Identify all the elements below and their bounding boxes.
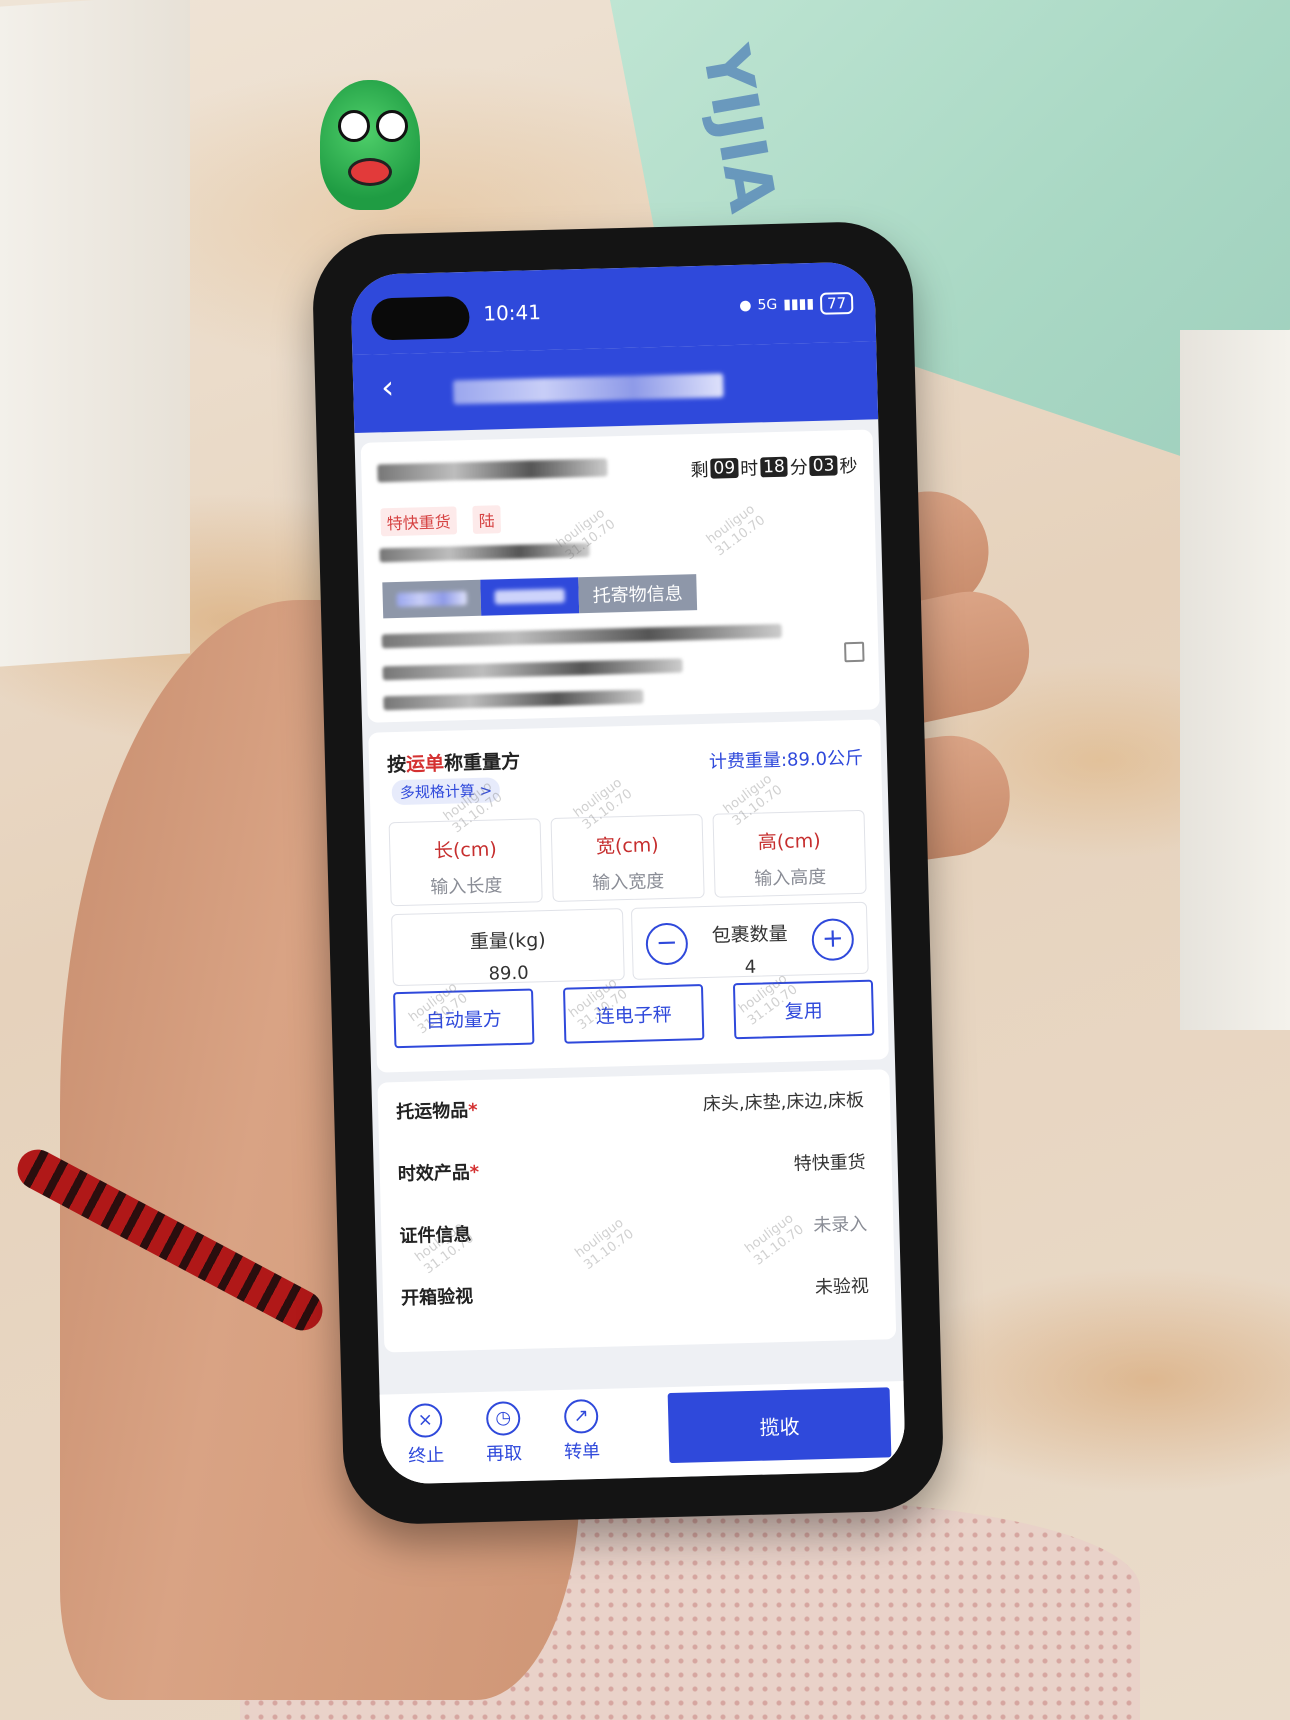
transfer-button[interactable]: ↗ 转单 [546, 1398, 618, 1465]
copy-icon[interactable] [844, 641, 865, 663]
timer-hours-unit: 时 [739, 458, 759, 480]
tag-land: 陆 [472, 505, 502, 534]
network-label: 5G [757, 296, 778, 314]
collect-button[interactable]: 揽收 [667, 1387, 892, 1464]
tab-sender[interactable] [382, 579, 482, 619]
phone: 10:41 ● 5G ▮▮▮▮ 77 ‹ 剩 09 时 18 分 03 秒 特快… [311, 220, 945, 1526]
tag-product: 特快重货 [380, 506, 458, 537]
order-card: 剩 09 时 18 分 03 秒 特快重货 陆 托寄物信息 [360, 429, 880, 723]
redacted-order-number [377, 458, 608, 483]
tab-receiver[interactable] [480, 577, 580, 616]
countdown-timer: 剩 09 时 18 分 03 秒 [690, 452, 858, 482]
clock-icon: ◷ [485, 1401, 521, 1436]
signal-icon: ▮▮▮▮ [783, 295, 815, 313]
close-circle-icon: × [407, 1403, 443, 1438]
nav-bar: ‹ [352, 341, 879, 434]
timer-minutes: 18 [759, 456, 789, 478]
battery-level: 77 [819, 291, 854, 315]
location-icon: ● [739, 297, 752, 314]
detail-row-product[interactable]: 时效产品* 特快重货 [379, 1131, 892, 1204]
timer-prefix: 剩 [690, 459, 709, 482]
camera-cutout [370, 295, 470, 341]
measure-title: 按运单称重量方 [386, 750, 521, 777]
redacted-line-1 [381, 623, 782, 649]
retake-button[interactable]: ◷ 再取 [468, 1401, 540, 1467]
timer-hours: 09 [710, 457, 739, 479]
timer-seconds-unit: 秒 [839, 455, 858, 478]
billing-weight: 计费重量:89.0公斤 [708, 747, 864, 773]
details-card: 托运物品* 床头,床垫,床边,床板 时效产品* 特快重货 证件信息 未录入 开箱… [377, 1069, 897, 1353]
timer-seconds: 03 [809, 455, 838, 477]
info-tabs: 托寄物信息 [382, 574, 698, 619]
timer-minutes-unit: 分 [789, 457, 809, 479]
status-bar: 10:41 ● 5G ▮▮▮▮ 77 [350, 261, 877, 356]
width-field[interactable]: 宽(cm) 输入宽度 [550, 814, 705, 902]
tab-consignment-info[interactable]: 托寄物信息 [578, 574, 698, 614]
action-footer: × 终止 ◷ 再取 ↗ 转单 揽收 [379, 1380, 906, 1485]
redacted-page-title [453, 373, 724, 405]
terminate-button[interactable]: × 终止 [390, 1403, 462, 1469]
back-chevron-icon[interactable]: ‹ [381, 368, 395, 406]
frog-toy [320, 80, 420, 210]
phone-screen: 10:41 ● 5G ▮▮▮▮ 77 ‹ 剩 09 时 18 分 03 秒 特快… [350, 261, 906, 1485]
detail-row-goods[interactable]: 托运物品* 床头,床垫,床边,床板 [377, 1069, 890, 1142]
redacted-line-2 [382, 658, 683, 681]
cabinet [1180, 330, 1290, 1030]
status-time: 10:41 [482, 300, 542, 326]
redacted-line-3 [383, 689, 644, 711]
arrow-up-right-icon: ↗ [563, 1398, 599, 1434]
weight-field[interactable]: 重量(kg) 89.0 [390, 908, 625, 987]
detail-row-inspection[interactable]: 开箱验视 未验视 [382, 1255, 895, 1328]
length-field[interactable]: 长(cm) 输入长度 [388, 818, 543, 907]
